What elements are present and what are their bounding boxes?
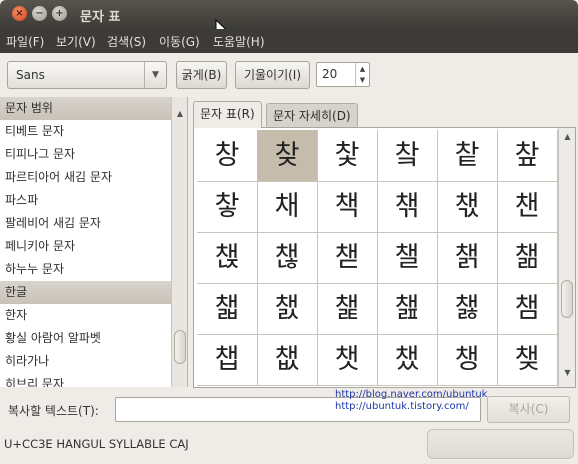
character-cell[interactable]: 챀	[377, 130, 438, 182]
character-cell[interactable]: 찿	[317, 130, 378, 182]
menu-go[interactable]: 이동(G)	[159, 33, 200, 50]
list-item[interactable]: 히브리 문자	[0, 373, 175, 387]
character-cell[interactable]: 챙	[437, 334, 498, 386]
list-item[interactable]: 티피나그 문자	[0, 143, 175, 166]
maximize-window-button[interactable]: +	[52, 6, 67, 21]
character-cell[interactable]: 챇	[437, 181, 498, 233]
overlay-url-tistory: http://ubuntuk.tistory.com/	[335, 401, 469, 412]
close-window-button[interactable]: ×	[12, 6, 27, 21]
list-item[interactable]: 티베트 문자	[0, 120, 175, 143]
list-item[interactable]: 파르티아어 새김 문자	[0, 166, 175, 189]
character-cell[interactable]: 챕	[197, 334, 258, 386]
character-cell[interactable]: 챋	[317, 232, 378, 284]
menu-file[interactable]: 파일(F)	[6, 33, 44, 50]
chevron-down-icon: ▼	[144, 62, 166, 88]
menu-search[interactable]: 검색(S)	[107, 33, 146, 50]
character-cell[interactable]: 챂	[497, 130, 558, 182]
list-section-header[interactable]: 한글	[0, 281, 175, 304]
character-cell[interactable]: 챗	[317, 334, 378, 386]
character-cell[interactable]: 챒	[377, 283, 438, 335]
font-family-value: Sans	[16, 68, 45, 82]
font-size-spinner[interactable]: 20 ▲ ▼	[316, 62, 370, 87]
scroll-down-icon[interactable]: ▼	[559, 368, 576, 377]
list-item[interactable]: 파스파	[0, 189, 175, 212]
script-list-scrollbar[interactable]: ▲	[171, 97, 187, 387]
character-cell[interactable]: 챓	[437, 283, 498, 335]
scroll-up-icon[interactable]: ▲	[172, 109, 187, 121]
character-grid-panel: 창찾찿챀챁챂챃채책챆챇챈챉챊챋챌챍챎챏챐챑챒챓챔챕챖챗챘챙챚 ▲ ▼	[193, 127, 576, 388]
character-grid-scrollbar[interactable]: ▲ ▼	[558, 128, 575, 387]
character-cell[interactable]: 채	[257, 181, 318, 233]
character-cell[interactable]: 챃	[197, 181, 258, 233]
character-cell[interactable]: 챏	[197, 283, 258, 335]
character-cell[interactable]: 챘	[377, 334, 438, 386]
status-bar-text: U+CC3E HANGUL SYLLABLE CAJ	[4, 437, 189, 451]
status-bar-resize-area	[427, 429, 574, 459]
window-title: 문자 표	[80, 10, 121, 25]
script-list[interactable]: 문자 범위 티베트 문자 티피나그 문자 파르티아어 새김 문자 파스파 팔레비어 새김 …	[0, 97, 188, 387]
scrollbar-thumb[interactable]	[174, 330, 186, 364]
spin-down-icon[interactable]: ▼	[355, 74, 369, 86]
italic-button[interactable]: 기울이기(I)	[235, 61, 310, 89]
character-cell[interactable]: 챖	[257, 334, 318, 386]
character-cell[interactable]: 찾	[257, 130, 318, 182]
character-cell[interactable]: 챔	[497, 283, 558, 335]
copy-button[interactable]: 복사(C)	[487, 396, 570, 423]
character-cell[interactable]: 챌	[377, 232, 438, 284]
character-grid[interactable]: 창찾찿챀챁챂챃채책챆챇챈챉챊챋챌챍챎챏챐챑챒챓챔챕챖챗챘챙챚	[197, 130, 558, 386]
tab-character-details[interactable]: 문자 자세히(D)	[266, 103, 358, 127]
bold-button[interactable]: 굵게(B)	[176, 61, 227, 89]
character-cell[interactable]: 챐	[257, 283, 318, 335]
character-cell[interactable]: 챈	[497, 181, 558, 233]
minimize-window-button[interactable]: −	[32, 6, 47, 21]
list-item[interactable]: 페니키아 문자	[0, 235, 175, 258]
scroll-up-icon[interactable]: ▲	[559, 132, 576, 141]
scrollbar-thumb[interactable]	[561, 280, 573, 318]
character-cell[interactable]: 챁	[437, 130, 498, 182]
character-cell[interactable]: 창	[197, 130, 258, 182]
character-cell[interactable]: 책	[317, 181, 378, 233]
character-cell[interactable]: 챆	[377, 181, 438, 233]
menu-view[interactable]: 보기(V)	[56, 33, 96, 50]
font-family-select[interactable]: Sans ▼	[7, 61, 167, 89]
tab-character-table[interactable]: 문자 표(R)	[193, 101, 262, 128]
font-size-value: 20	[322, 67, 338, 81]
list-item[interactable]: 하누누 문자	[0, 258, 175, 281]
menu-bar: 파일(F) 보기(V) 검색(S) 이동(G) 도움말(H)	[0, 29, 578, 53]
list-item[interactable]: 황실 아람어 알파벳	[0, 327, 175, 350]
menu-help[interactable]: 도움말(H)	[213, 33, 265, 50]
character-cell[interactable]: 챎	[497, 232, 558, 284]
list-item[interactable]: 히라가나	[0, 350, 175, 373]
character-cell[interactable]: 챉	[197, 232, 258, 284]
title-bar: × − + 문자 표	[0, 0, 578, 29]
overlay-url-blog: http://blog.naver.com/ubuntuk	[335, 389, 488, 400]
list-item[interactable]: 팔레비어 새김 문자	[0, 212, 175, 235]
character-cell[interactable]: 챑	[317, 283, 378, 335]
character-cell[interactable]: 챍	[437, 232, 498, 284]
list-item[interactable]: 한자	[0, 304, 175, 327]
character-cell[interactable]: 챚	[497, 334, 558, 386]
copy-text-label: 복사할 텍스트(T):	[8, 404, 99, 418]
list-section-header[interactable]: 문자 범위	[0, 97, 175, 120]
character-cell[interactable]: 챊	[257, 232, 318, 284]
